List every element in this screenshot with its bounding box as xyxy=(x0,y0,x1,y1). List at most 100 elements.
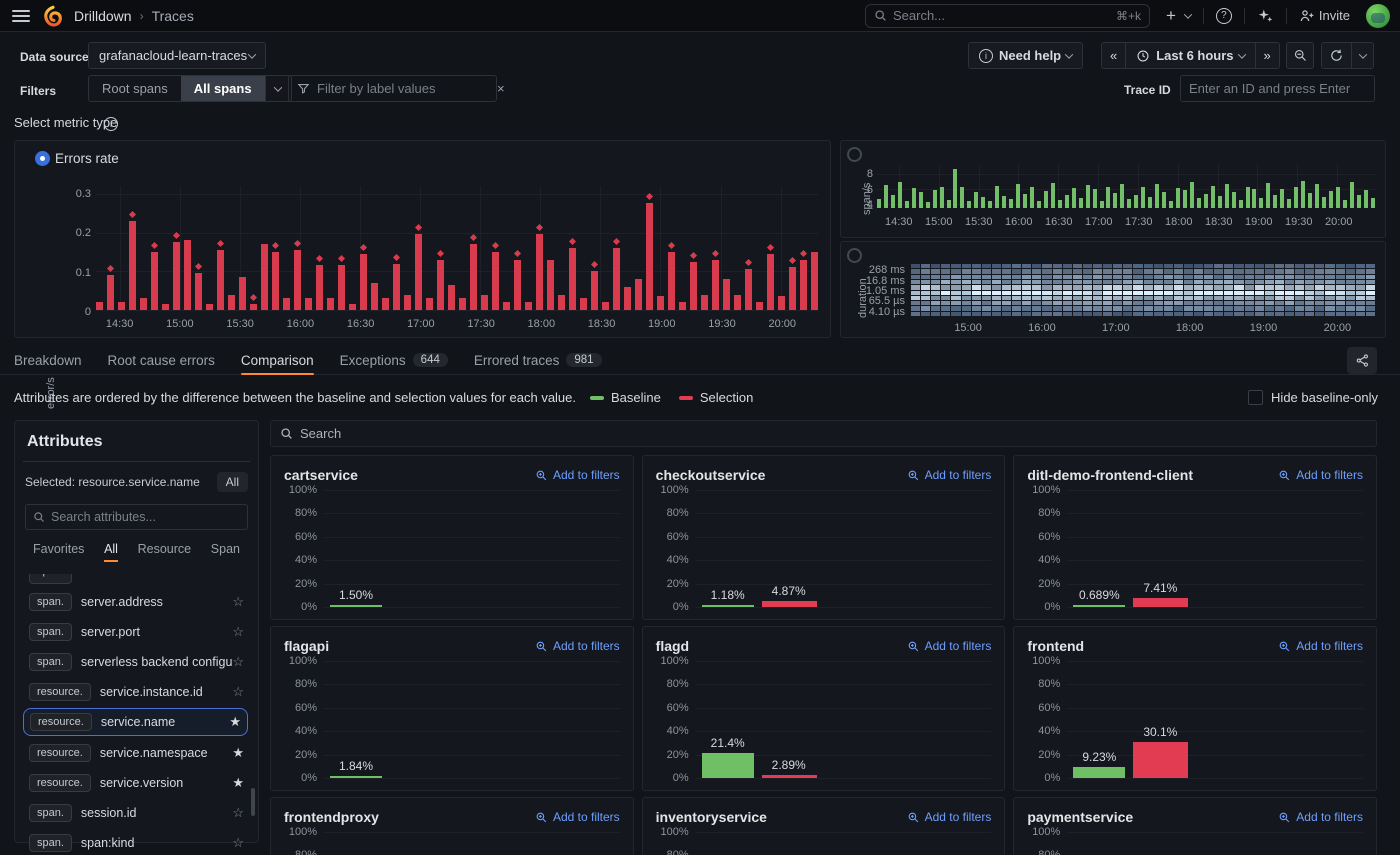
span-bar[interactable] xyxy=(1155,165,1160,208)
segment-all-spans[interactable]: All spans xyxy=(180,76,265,101)
user-avatar[interactable] xyxy=(1366,3,1390,28)
baseline-bar[interactable] xyxy=(330,775,382,778)
error-bar[interactable] xyxy=(469,186,478,310)
error-bar[interactable] xyxy=(392,186,401,310)
error-bar[interactable] xyxy=(778,186,785,310)
span-bar[interactable] xyxy=(1231,165,1236,208)
span-bar[interactable] xyxy=(953,165,958,208)
span-bar[interactable] xyxy=(1092,165,1097,208)
exemplar-marker[interactable] xyxy=(513,249,522,257)
grafana-logo-icon[interactable] xyxy=(42,5,64,27)
attribute-row-service-version[interactable]: resource. service.version ★ xyxy=(25,772,248,794)
time-shift-forward-button[interactable]: » xyxy=(1254,42,1280,69)
span-bar[interactable] xyxy=(1196,165,1201,208)
exemplar-marker[interactable] xyxy=(711,249,720,257)
span-bar[interactable] xyxy=(1335,165,1340,208)
span-bar[interactable] xyxy=(918,165,923,208)
span-bar[interactable] xyxy=(1071,165,1076,208)
span-bar[interactable] xyxy=(1287,165,1292,208)
span-bar[interactable] xyxy=(1162,165,1167,208)
span-bar[interactable] xyxy=(1342,165,1347,208)
span-bar[interactable] xyxy=(939,165,944,208)
span-bar[interactable] xyxy=(1301,165,1306,208)
error-bar[interactable] xyxy=(459,186,466,310)
span-bar[interactable] xyxy=(995,165,1000,208)
error-bar[interactable] xyxy=(172,186,181,310)
exemplar-marker[interactable] xyxy=(590,261,599,269)
error-bar[interactable] xyxy=(228,186,235,310)
share-icon[interactable] xyxy=(1347,347,1377,374)
tab-errored-traces[interactable]: Errored traces 981 xyxy=(474,346,602,374)
error-bar[interactable] xyxy=(788,186,797,310)
span-bar[interactable] xyxy=(1182,165,1187,208)
exemplar-marker[interactable] xyxy=(249,294,258,302)
error-bar[interactable] xyxy=(359,186,368,310)
span-bar[interactable] xyxy=(932,165,937,208)
label-filter-box[interactable]: × xyxy=(288,75,505,102)
tab-root-cause-errors[interactable]: Root cause errors xyxy=(108,346,215,374)
span-bar[interactable] xyxy=(1106,165,1111,208)
error-bar[interactable] xyxy=(261,186,268,310)
selection-bar[interactable] xyxy=(761,601,817,607)
span-bars[interactable] xyxy=(877,165,1375,208)
error-bar[interactable] xyxy=(645,186,654,310)
selection-bar[interactable] xyxy=(1133,742,1189,778)
span-bar[interactable] xyxy=(988,165,993,208)
error-bar[interactable] xyxy=(679,186,686,310)
error-bar[interactable] xyxy=(602,186,609,310)
error-bar[interactable] xyxy=(568,186,577,310)
star-icon[interactable]: ★ xyxy=(232,745,244,761)
star-icon[interactable]: ★ xyxy=(229,714,241,730)
error-bar[interactable] xyxy=(382,186,389,310)
exemplar-marker[interactable] xyxy=(744,259,753,267)
span-bar[interactable] xyxy=(1043,165,1048,208)
attribute-row-serverless-backend-configured[interactable]: span. serverless backend configured☆ xyxy=(25,651,248,673)
error-bar[interactable] xyxy=(667,186,676,310)
errors-bars[interactable] xyxy=(96,186,818,310)
global-search-box[interactable]: ⌘+k xyxy=(864,3,1150,28)
span-bar[interactable] xyxy=(1120,165,1125,208)
error-bar[interactable] xyxy=(547,186,554,310)
span-bar[interactable] xyxy=(1210,165,1215,208)
span-bar[interactable] xyxy=(1280,165,1285,208)
span-bar[interactable] xyxy=(1002,165,1007,208)
attr-tab-favorites[interactable]: Favorites xyxy=(33,542,84,562)
span-bar[interactable] xyxy=(1356,165,1361,208)
error-bar[interactable] xyxy=(327,186,334,310)
attr-tab-all[interactable]: All xyxy=(104,542,118,562)
exemplar-marker[interactable] xyxy=(315,255,324,263)
selection-bar[interactable] xyxy=(761,774,817,778)
star-icon[interactable]: ☆ xyxy=(232,654,244,670)
error-bar[interactable] xyxy=(216,186,225,310)
attributes-list[interactable]: span. span. server.address ☆ span. server.por… xyxy=(23,570,250,855)
exemplar-marker[interactable] xyxy=(436,249,445,257)
tab-exceptions[interactable]: Exceptions 644 xyxy=(340,346,448,374)
span-bar[interactable] xyxy=(1113,165,1118,208)
span-bar[interactable] xyxy=(1245,165,1250,208)
new-button[interactable]: + xyxy=(1164,5,1193,26)
error-bar[interactable] xyxy=(140,186,147,310)
duration-radio[interactable] xyxy=(847,248,862,263)
star-icon[interactable]: ☆ xyxy=(232,594,244,610)
global-search-input[interactable] xyxy=(892,8,1116,23)
error-bar[interactable] xyxy=(106,186,115,310)
exemplar-marker[interactable] xyxy=(667,241,676,249)
span-bar[interactable] xyxy=(1127,165,1132,208)
error-bar[interactable] xyxy=(293,186,302,310)
error-bar[interactable] xyxy=(657,186,664,310)
attributes-search-box[interactable] xyxy=(25,504,248,530)
exemplar-marker[interactable] xyxy=(392,253,401,261)
data-source-picker[interactable]: grafanacloud-learn-traces xyxy=(88,42,266,69)
span-bar[interactable] xyxy=(974,165,979,208)
span-bar[interactable] xyxy=(897,165,902,208)
help-icon[interactable]: ? xyxy=(1214,6,1234,26)
attribute-row-session-id[interactable]: span. session.id ☆ xyxy=(25,802,248,824)
error-bar[interactable] xyxy=(184,186,191,310)
baseline-bar[interactable] xyxy=(1073,605,1126,607)
error-bar[interactable] xyxy=(249,186,258,310)
span-bar[interactable] xyxy=(1169,165,1174,208)
span-bar[interactable] xyxy=(1217,165,1222,208)
span-bar[interactable] xyxy=(1175,165,1180,208)
error-bar[interactable] xyxy=(766,186,775,310)
star-icon[interactable]: ★ xyxy=(232,775,244,791)
